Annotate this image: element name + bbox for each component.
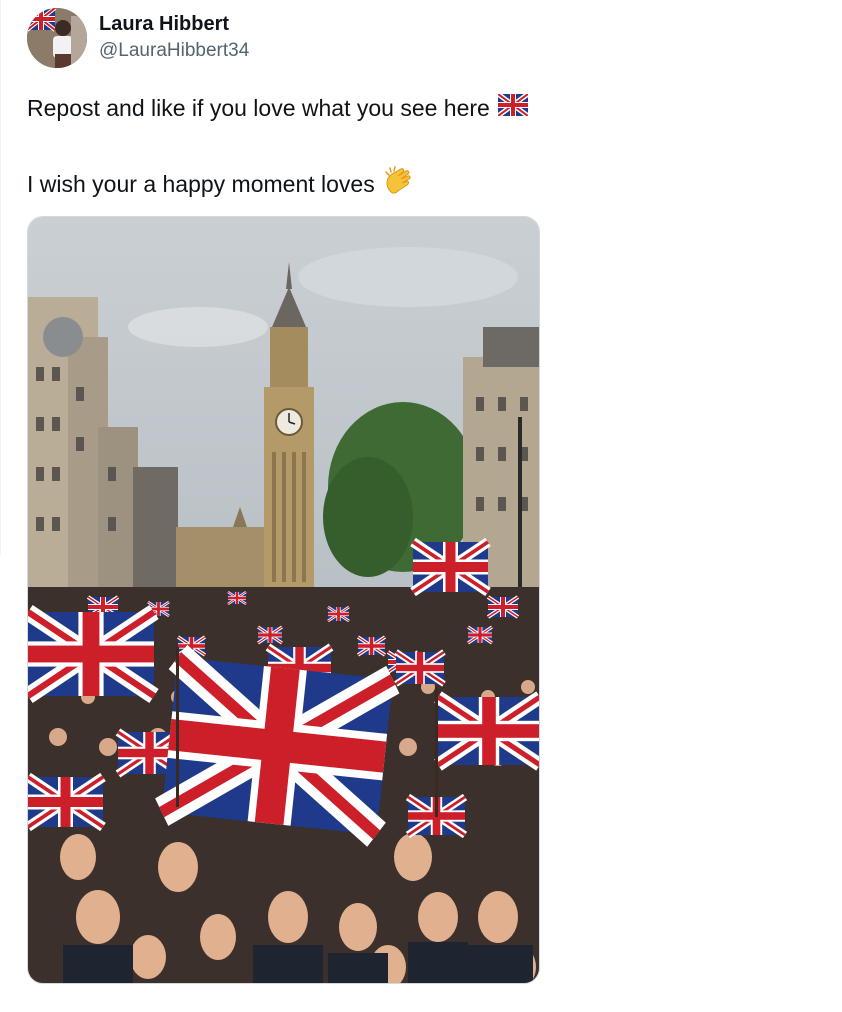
- avatar-image: [27, 8, 87, 68]
- post-text: I wish your a happy moment loves: [27, 171, 375, 197]
- uk-flag-emoji: [496, 91, 530, 122]
- post-text-line-1: Repost and like if you love what you see…: [27, 91, 530, 122]
- author-handle[interactable]: @LauraHibbert34: [99, 39, 249, 63]
- author-avatar[interactable]: [27, 8, 87, 68]
- post-image[interactable]: [27, 216, 540, 984]
- timeline-border: [0, 0, 1, 555]
- author-display-name[interactable]: Laura Hibbert: [99, 12, 249, 36]
- post-header: Laura Hibbert @LauraHibbert34: [27, 8, 249, 68]
- flag-crowd-big-ben-photo: [28, 217, 539, 983]
- post-text: Repost and like if you love what you see…: [27, 95, 490, 121]
- clapping-hands-emoji: [383, 166, 415, 202]
- post-text-line-2: I wish your a happy moment loves: [27, 166, 415, 202]
